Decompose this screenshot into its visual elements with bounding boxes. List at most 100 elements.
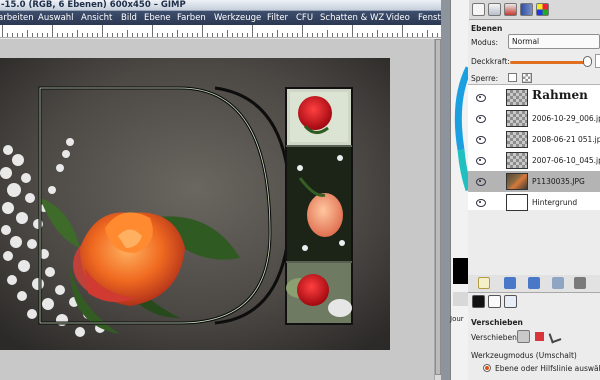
image-window: -15.0 (RGB, 6 Ebenen) 600x450 – GIMP arb… [0,0,441,380]
raise-icon[interactable] [504,277,516,289]
layer-list: Rahmen 2006-10-29_006.jpg-K 2008-06-21 0… [468,84,600,213]
layers-tab-icon[interactable] [472,3,485,16]
menu-bild[interactable]: Bild [121,12,137,24]
layer-name: 2006-10-29_006.jpg-K [532,114,600,123]
layer-row[interactable]: 2006-10-29_006.jpg-K [468,108,600,129]
radio-pick-layer[interactable] [483,364,491,372]
ruler-tick [397,33,398,37]
ruler-tick [367,33,368,37]
color-wheel-fragment[interactable] [451,0,473,380]
ruler-tick [182,33,183,37]
ruler-tick [427,30,428,37]
channels-tab-icon[interactable] [488,3,501,16]
ruler-tick [337,33,338,37]
opacity-slider[interactable] [510,61,588,64]
vertical-scrollbar[interactable] [434,39,441,380]
ruler-tick [242,33,243,37]
menu-farben[interactable]: Farben [177,12,206,24]
menu-bearbeiten[interactable]: arbeiten [0,12,34,24]
ruler-tick [347,33,348,37]
ruler-tick [312,33,313,37]
layer-row-selected[interactable]: P1130035.JPG [468,171,600,192]
eye-icon[interactable] [476,199,486,207]
ruler-tick [12,33,13,37]
ruler-tick [392,33,393,37]
move-tool-icon[interactable] [504,295,517,308]
move-selection-icon[interactable] [535,332,544,341]
ruler-tick [437,33,438,37]
layer-row[interactable]: 2007-06-10_045.jpg [468,150,600,171]
canvas-image[interactable] [0,58,390,350]
ruler-tick [372,33,373,37]
eye-icon[interactable] [476,178,486,186]
tool-title: Verschieben [471,318,523,327]
menu-ebene[interactable]: Ebene [144,12,171,24]
opacity-spinbox[interactable] [595,54,600,68]
menu-filter[interactable]: Filter [267,12,288,24]
ruler-tick [7,33,8,37]
ruler-tick [357,33,358,37]
ruler-tick [157,33,158,37]
move-layer-icon[interactable] [517,330,530,343]
menu-werkzeuge[interactable]: Werkzeuge [214,12,261,24]
move-label: Verschieben: [471,333,520,342]
ruler-tick [232,33,233,37]
ruler-tick [287,33,288,37]
lower-icon[interactable] [528,277,540,289]
layer-row[interactable]: 2008-06-21 051.jpg [468,129,600,150]
layer-thumbnail [506,110,528,127]
menu-auswahl[interactable]: Auswahl [38,12,74,24]
lock-pixels-checkbox[interactable] [508,73,517,82]
opacity-label: Deckkraft: [471,57,510,66]
ruler-tick [127,30,128,37]
layer-new-icon[interactable] [478,277,490,289]
ruler-tick [57,33,58,37]
ruler-tick [247,33,248,37]
undo-tab-icon[interactable] [520,3,533,16]
mode-select[interactable]: Normal [508,34,600,49]
menu-schatten-wz[interactable]: Schatten & WZ [320,12,384,24]
lock-alpha-icon[interactable] [522,73,532,83]
ruler-tick [32,33,33,37]
layer-name: 2008-06-21 051.jpg [532,135,600,144]
ruler-tick [77,30,78,37]
layer-row[interactable]: Hintergrund [468,192,600,213]
eye-icon[interactable] [476,136,486,144]
menu-ansicht[interactable]: Ansicht [81,12,112,24]
ruler-tick [317,33,318,37]
layer-thumbnail [506,131,528,148]
ruler-tick [52,25,53,37]
ruler-tick [257,33,258,37]
ruler-tick [422,33,423,37]
eye-icon[interactable] [476,94,486,102]
ruler-tick [402,25,403,37]
ruler-tick [2,25,3,37]
layer-row[interactable]: Rahmen [468,87,600,108]
ruler-tick [407,33,408,37]
layer-thumbnail [506,173,528,190]
ruler-tick [67,33,68,37]
anchor-icon[interactable] [574,277,586,289]
tool-options-tab-icon[interactable] [472,295,485,308]
opacity-slider-handle[interactable] [583,56,592,67]
duplicate-icon[interactable] [552,277,564,289]
eye-icon[interactable] [476,157,486,165]
eye-icon[interactable] [476,115,486,123]
layer-name: Rahmen [532,88,588,102]
device-status-tab-icon[interactable] [488,295,501,308]
ruler-tick [122,33,123,37]
colormap-tab-icon[interactable] [536,3,549,16]
move-path-icon[interactable] [548,330,562,344]
window-titlebar[interactable]: -15.0 (RGB, 6 Ebenen) 600x450 – GIMP [0,0,441,11]
menu-cfu[interactable]: CFU [296,12,313,24]
horizontal-ruler[interactable] [0,25,441,38]
ruler-tick [237,33,238,37]
ruler-tick [322,33,323,37]
dock-divider[interactable] [441,0,450,380]
paths-tab-icon[interactable] [504,3,517,16]
menu-fenster[interactable]: Fenst [418,12,441,24]
ruler-tick [22,33,23,37]
journal-tab-label[interactable]: Jour [450,315,464,323]
menu-video[interactable]: Video [386,12,410,24]
ruler-tick [327,30,328,37]
